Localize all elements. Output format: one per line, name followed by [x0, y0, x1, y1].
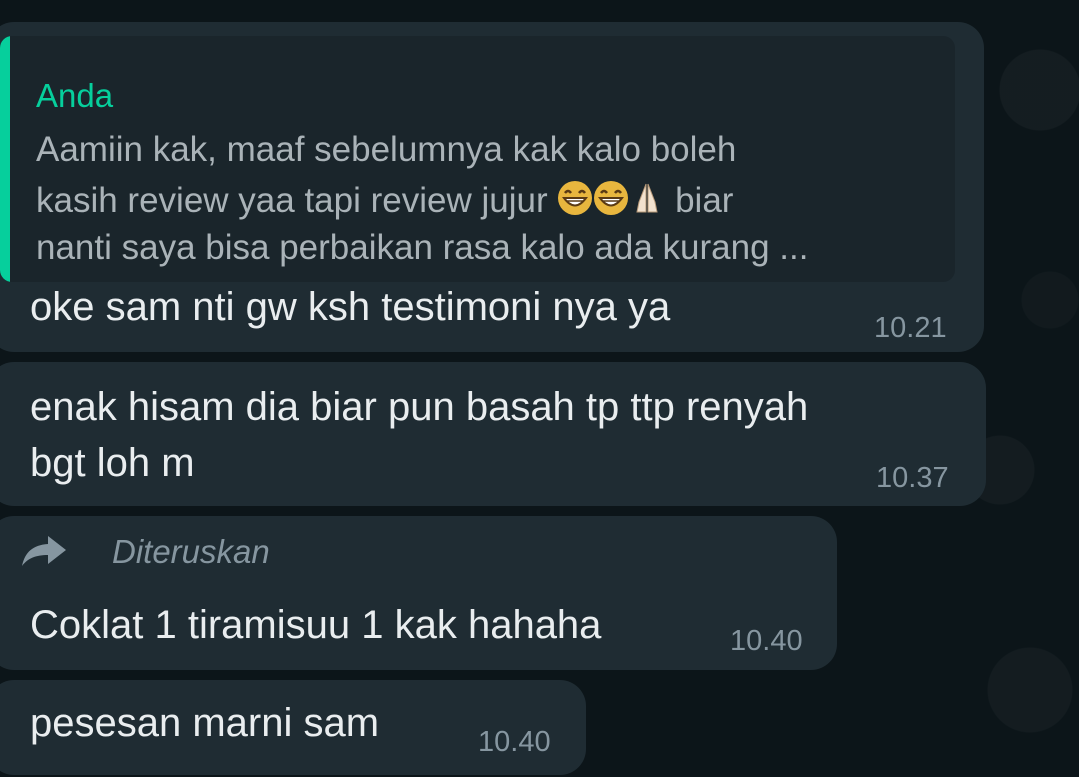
forward-arrow-icon	[22, 536, 66, 566]
forwarded-label: Diteruskan	[112, 533, 270, 570]
quote-text-line: kasih review yaa tapi review jujur biar	[36, 180, 733, 221]
quoted-message[interactable]: Anda Aamiin kak, maaf sebelumnya kak kal…	[0, 36, 955, 282]
message-bubble[interactable]: Anda Aamiin kak, maaf sebelumnya kak kal…	[0, 22, 984, 352]
message-timestamp: 10.40	[730, 625, 803, 657]
message-text-line: enak hisam dia biar pun basah tp ttp ren…	[30, 385, 809, 429]
message-bubble[interactable]: enak hisam dia biar pun basah tp ttp ren…	[0, 362, 986, 506]
message-timestamp: 10.37	[876, 462, 949, 494]
message-text: oke sam nti gw ksh testimoni nya ya	[30, 285, 671, 329]
message-text-line: bgt loh m	[30, 441, 195, 485]
message-timestamp: 10.40	[478, 726, 551, 758]
message-bubble[interactable]: pesesan marni sam 10.40	[0, 680, 586, 775]
quote-accent-bar	[0, 36, 10, 282]
message-bubble[interactable]: Diteruskan Coklat 1 tiramisuu 1 kak haha…	[0, 516, 837, 670]
quote-text-line: Aamiin kak, maaf sebelumnya kak kalo bol…	[36, 130, 737, 169]
quote-text-line: nanti saya bisa perbaikan rasa kalo ada …	[36, 228, 809, 267]
grinning-face-icon	[558, 181, 593, 215]
message-text: pesesan marni sam	[30, 701, 380, 745]
message-timestamp: 10.21	[874, 312, 947, 344]
quote-text-segment: biar	[675, 181, 734, 220]
folded-hands-icon	[636, 183, 658, 213]
quote-author: Anda	[36, 77, 114, 114]
grinning-face-icon	[594, 181, 629, 215]
quote-text-segment: kasih review yaa tapi review jujur	[36, 181, 548, 220]
message-text: Coklat 1 tiramisuu 1 kak hahaha	[30, 603, 602, 647]
